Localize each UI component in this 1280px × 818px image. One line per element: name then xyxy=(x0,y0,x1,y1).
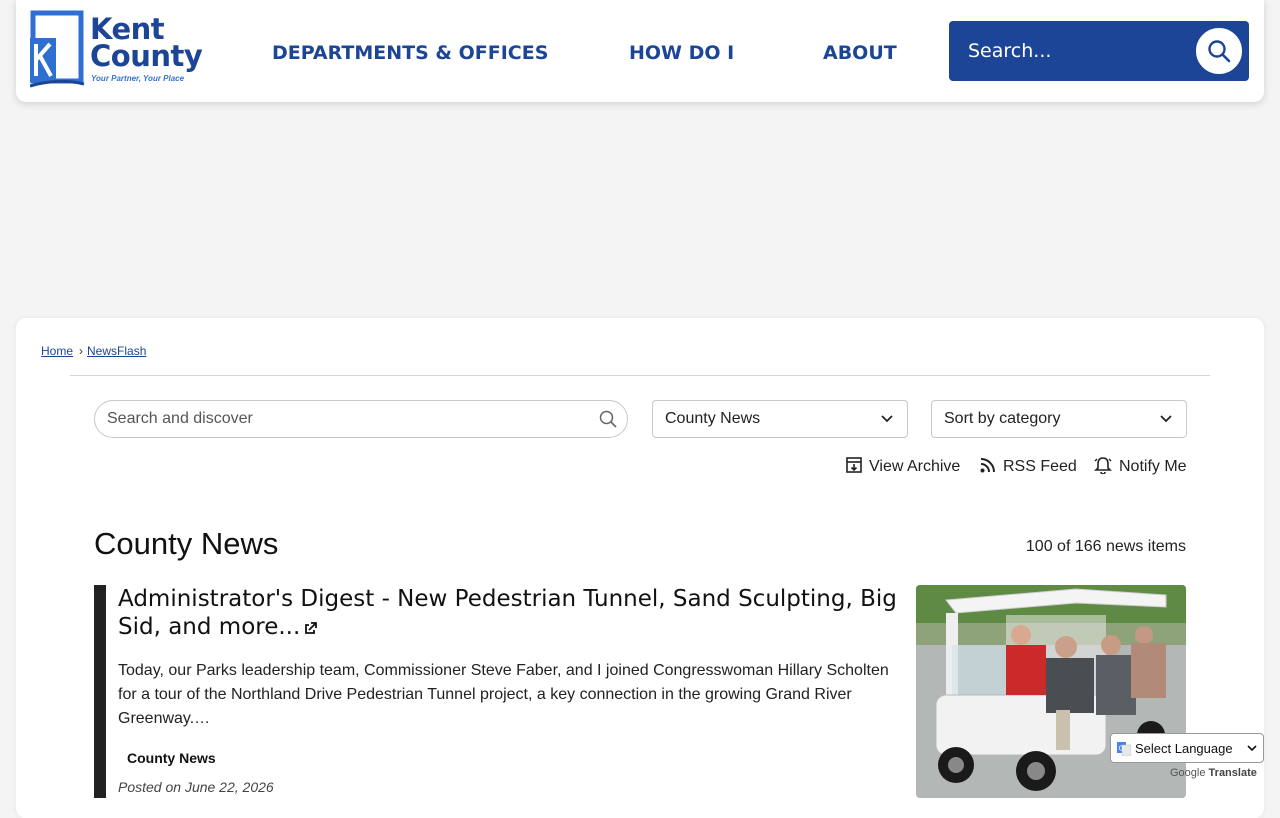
k-logo-icon xyxy=(29,10,85,88)
section-title: County News xyxy=(94,526,279,561)
logo-wordmark: Kent County xyxy=(90,15,203,73)
news-item-title-link[interactable]: Administrator's Digest - New Pedestrian … xyxy=(118,585,908,641)
news-item: Administrator's Digest - New Pedestrian … xyxy=(94,585,1186,798)
news-item-category: County News xyxy=(127,750,216,766)
rss-icon xyxy=(980,458,995,473)
site-search[interactable]: Search... xyxy=(949,21,1249,81)
kent-county-logo[interactable]: Kent County Your Partner, Your Place xyxy=(29,10,215,92)
archive-icon xyxy=(846,457,862,473)
search-icon[interactable] xyxy=(599,410,617,428)
news-item-title: Administrator's Digest - New Pedestrian … xyxy=(118,586,897,640)
category-select-value: County News xyxy=(665,410,761,427)
nav-how-do-i[interactable]: HOW DO I xyxy=(629,42,734,64)
news-item-date: Posted on June 22, 2026 xyxy=(118,779,274,795)
breadcrumb-newsflash[interactable]: NewsFlash xyxy=(87,344,146,358)
logo-tagline: Your Partner, Your Place xyxy=(91,74,185,83)
view-archive-link[interactable]: View Archive xyxy=(845,456,960,476)
site-search-input[interactable]: Search... xyxy=(968,40,1051,62)
news-item-photo[interactable] xyxy=(916,585,1186,798)
chevron-down-icon xyxy=(1160,415,1172,423)
powered-by-google-translate[interactable]: Google Translate xyxy=(1170,767,1257,779)
divider xyxy=(70,375,1210,376)
view-archive-label: View Archive xyxy=(869,458,961,475)
google-wordmark: Google xyxy=(1170,767,1206,779)
category-select[interactable]: County News xyxy=(652,400,908,438)
discover-search xyxy=(94,400,628,438)
nav-departments-offices[interactable]: DEPARTMENTS & OFFICES xyxy=(272,42,548,64)
nav-about[interactable]: ABOUT xyxy=(823,42,897,64)
svg-text:G: G xyxy=(1119,745,1124,753)
breadcrumb: Home › NewsFlash xyxy=(41,344,146,358)
golf-cart-photo xyxy=(916,585,1186,798)
notify-me-link[interactable]: Notify Me xyxy=(1093,456,1187,476)
discover-search-input[interactable] xyxy=(107,401,587,437)
language-select[interactable]: G Select Language xyxy=(1110,733,1264,763)
notify-me-label: Notify Me xyxy=(1119,458,1187,475)
search-icon xyxy=(1208,40,1231,63)
breadcrumb-separator: › xyxy=(79,344,84,358)
site-header: Kent County Your Partner, Your Place DEP… xyxy=(16,0,1264,102)
rss-feed-label: RSS Feed xyxy=(1003,458,1077,475)
main-content: Home ›NewsFlash County News Sort by categ… xyxy=(16,318,1264,818)
external-link-icon xyxy=(305,622,318,634)
sort-select-value: Sort by category xyxy=(944,410,1061,427)
news-item-summary: Today, our Parks leadership team, Commis… xyxy=(118,662,889,727)
logo-line-2: County xyxy=(90,39,203,73)
news-count: 100 of 166 news items xyxy=(1025,538,1186,555)
breadcrumb-home[interactable]: Home xyxy=(41,344,73,358)
translate-wordmark: Translate xyxy=(1208,767,1257,779)
rss-feed-link[interactable]: RSS Feed xyxy=(979,456,1077,476)
bell-icon xyxy=(1094,457,1112,475)
news-item-accent-bar xyxy=(94,585,106,798)
google-translate-icon: G xyxy=(1117,742,1131,756)
site-search-button[interactable] xyxy=(1194,26,1244,76)
chevron-down-icon xyxy=(1247,745,1257,752)
language-select-value: Select Language xyxy=(1135,741,1233,756)
chevron-down-icon xyxy=(881,415,893,423)
sort-select[interactable]: Sort by category xyxy=(931,400,1187,438)
